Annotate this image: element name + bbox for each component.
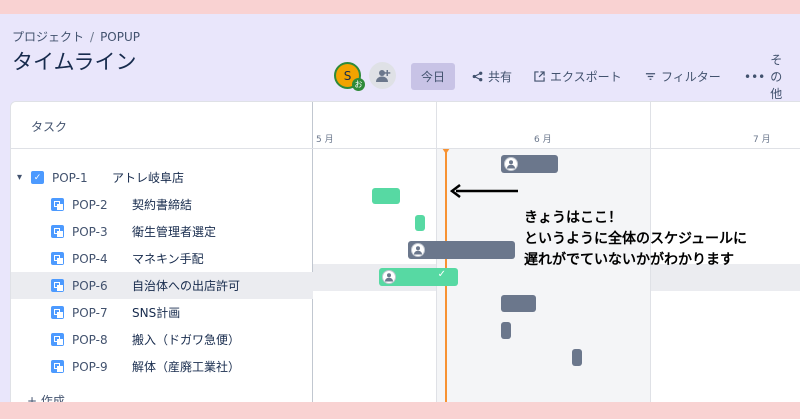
export-icon xyxy=(534,71,545,82)
add-user-icon xyxy=(375,69,390,82)
subtask-icon xyxy=(51,279,64,292)
list-item[interactable]: POP-3 衛生管理者選定 xyxy=(11,218,313,245)
annotation-text: きょうはここ！ というように全体のスケジュールに 遅れがでていないかがわかります xyxy=(524,208,747,271)
today-button[interactable]: 今日 xyxy=(411,63,455,90)
issue-summary: マネキン手配 xyxy=(132,252,204,266)
timeline-bar-pop-8[interactable] xyxy=(501,322,511,339)
issue-summary: SNS計画 xyxy=(132,306,181,320)
month-label-july: 7 月 xyxy=(753,135,771,145)
timeline-bar-pop-9[interactable] xyxy=(572,349,582,366)
done-check-icon: ✓ xyxy=(437,269,446,280)
export-button[interactable]: エクスポート xyxy=(528,63,628,90)
list-item[interactable]: POP-7 SNS計画 xyxy=(11,299,313,326)
header-divider xyxy=(11,148,800,149)
issue-key[interactable]: POP-7 xyxy=(72,306,132,320)
user-icon xyxy=(385,273,393,282)
issue-summary: 解体（産廃工業社） xyxy=(132,360,241,374)
breadcrumb-project-link[interactable]: プロジェクト xyxy=(12,30,84,44)
issue-key[interactable]: POP-9 xyxy=(72,360,132,374)
assignee-avatar xyxy=(411,243,425,257)
issue-key[interactable]: POP-4 xyxy=(72,252,132,266)
annotation-line: というように全体のスケジュールに xyxy=(524,231,748,247)
issue-key[interactable]: POP-3 xyxy=(72,225,132,239)
subtask-icon xyxy=(51,225,64,238)
breadcrumb-current[interactable]: POPUP xyxy=(100,30,140,44)
add-user-button[interactable] xyxy=(369,62,396,89)
timeline-bar-pop-1[interactable] xyxy=(501,155,558,173)
more-button[interactable]: ••• その他 xyxy=(738,53,800,101)
epic-checkbox-icon: ✓ xyxy=(31,171,44,184)
subtask-icon xyxy=(51,333,64,346)
share-button[interactable]: 共有 xyxy=(466,63,518,90)
more-label: その他 xyxy=(770,53,783,101)
subtask-icon xyxy=(51,252,64,265)
issue-key[interactable]: POP-1 xyxy=(52,171,112,185)
annotation-line: きょうはここ！ xyxy=(524,210,622,226)
list-item[interactable]: POP-6 自治体への出店許可 xyxy=(11,272,313,299)
task-column-header: タスク xyxy=(31,120,68,134)
share-icon xyxy=(472,71,483,82)
issue-key[interactable]: POP-6 xyxy=(72,279,132,293)
breadcrumb-separator: / xyxy=(90,30,95,44)
more-icon: ••• xyxy=(744,69,766,84)
chevron-down-icon[interactable]: ▾ xyxy=(17,172,22,183)
user-icon xyxy=(507,160,515,169)
share-label: 共有 xyxy=(488,70,513,84)
issue-summary: 衛生管理者選定 xyxy=(132,225,217,239)
issue-summary: アトレ岐阜店 xyxy=(112,171,185,185)
timeline-bar-pop-3[interactable] xyxy=(415,215,425,231)
month-label-june: 6 月 xyxy=(534,135,552,145)
month-label-may: 5 月 xyxy=(316,135,334,145)
assignee-avatar xyxy=(382,270,396,284)
assignee-avatar xyxy=(504,157,518,171)
filter-button[interactable]: フィルター xyxy=(639,63,727,90)
issue-summary: 自治体への出店許可 xyxy=(132,279,241,293)
breadcrumb: プロジェクト / POPUP xyxy=(12,28,140,45)
timeline-bar-pop-2[interactable] xyxy=(372,188,400,204)
filter-label: フィルター xyxy=(661,70,721,84)
timeline-bar-pop-4[interactable] xyxy=(408,241,515,259)
issue-summary: 契約書締結 xyxy=(132,198,193,212)
list-item[interactable]: POP-9 解体（産廃工業社） xyxy=(11,353,313,380)
issue-summary: 搬入（ドガワ急便） xyxy=(132,333,241,347)
subtask-icon xyxy=(51,306,64,319)
user-icon xyxy=(414,246,422,255)
subtask-icon xyxy=(51,198,64,211)
page-title: タイムライン xyxy=(12,50,137,74)
arrow-left-icon xyxy=(450,184,518,198)
list-item[interactable]: POP-2 契約書締結 xyxy=(11,191,313,218)
timeline-bar-pop-6[interactable]: ✓ xyxy=(379,268,458,286)
export-label: エクスポート xyxy=(550,70,622,84)
list-item[interactable]: POP-4 マネキン手配 xyxy=(11,245,313,272)
list-item[interactable]: ▾ ✓ POP-1 アトレ岐阜店 xyxy=(11,164,313,191)
issue-key[interactable]: POP-8 xyxy=(72,333,132,347)
task-column: タスク ▾ ✓ POP-1 アトレ岐阜店 POP-2 契約書締結 POP-3 衛… xyxy=(11,102,313,402)
annotation-line: 遅れがでていないかがわかります xyxy=(524,252,734,268)
list-item[interactable]: POP-8 搬入（ドガワ急便） xyxy=(11,326,313,353)
subtask-icon xyxy=(51,360,64,373)
issue-key[interactable]: POP-2 xyxy=(72,198,132,212)
create-button[interactable]: + 作成 xyxy=(27,392,65,402)
filter-icon xyxy=(645,73,656,80)
avatar-badge: お xyxy=(352,78,365,91)
timeline-bar-pop-7[interactable] xyxy=(501,295,536,312)
